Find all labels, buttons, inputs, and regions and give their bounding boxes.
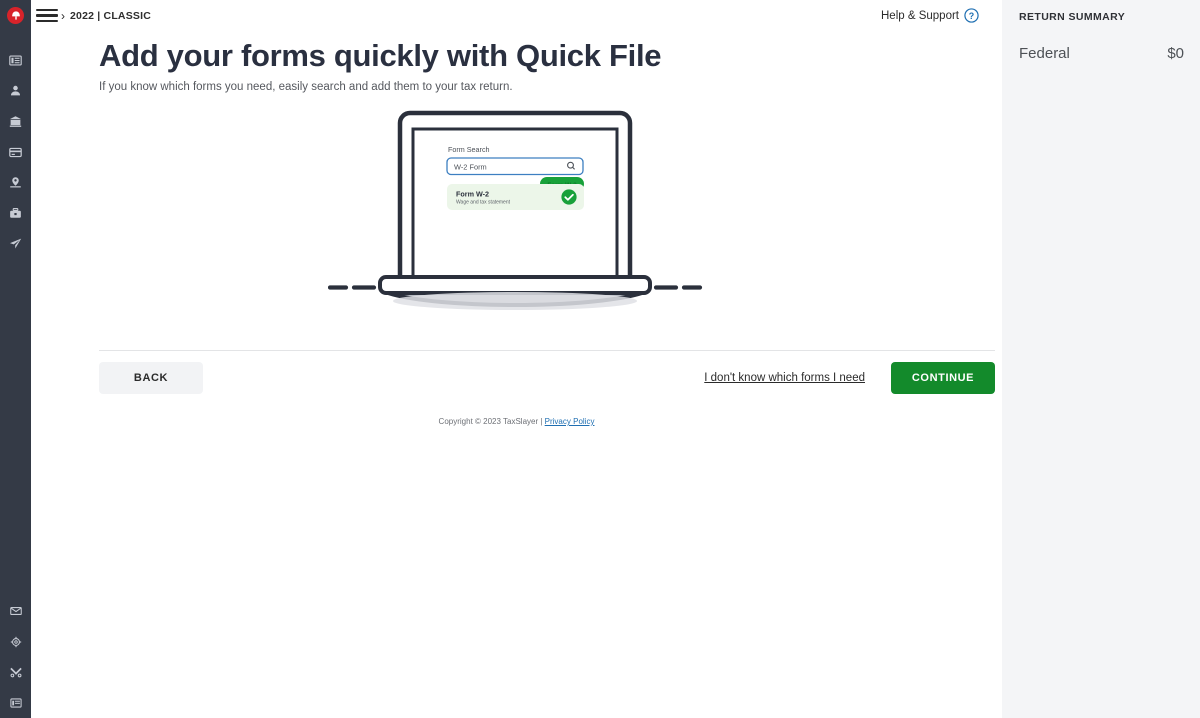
dashboard-icon xyxy=(9,55,22,66)
svg-text:Wage and tax statement: Wage and tax statement xyxy=(456,199,511,205)
section-divider xyxy=(99,350,995,351)
privacy-policy-link[interactable]: Privacy Policy xyxy=(545,417,595,426)
sidebar-item-messages[interactable] xyxy=(0,596,31,627)
back-button[interactable]: BACK xyxy=(99,362,203,394)
summary-label-federal: Federal xyxy=(1019,45,1070,62)
report-icon xyxy=(9,698,22,708)
dont-know-forms-link[interactable]: I don't know which forms I need xyxy=(704,372,865,384)
footer-copyright: Copyright © 2023 TaxSlayer | Privacy Pol… xyxy=(31,417,1002,426)
page-title: Add your forms quickly with Quick File xyxy=(99,38,662,73)
top-bar: › 2022 | CLASSIC Help & Support ? xyxy=(31,0,1002,31)
svg-text:Form W-2: Form W-2 xyxy=(456,189,489,198)
return-summary-panel: RETURN SUMMARY Federal $0 xyxy=(1002,0,1200,718)
bank-icon xyxy=(9,116,22,127)
copyright-text: Copyright © 2023 TaxSlayer | xyxy=(438,417,545,426)
sidebar-item-settings[interactable] xyxy=(0,626,31,657)
state-pin-icon xyxy=(10,177,21,188)
mail-icon xyxy=(9,606,22,615)
paper-plane-icon xyxy=(9,238,22,249)
sidebar-item-summary[interactable] xyxy=(0,198,31,229)
help-and-support-label: Help & Support xyxy=(881,9,959,22)
page-body: Add your forms quickly with Quick File I… xyxy=(31,38,1002,341)
person-icon xyxy=(10,86,21,96)
app-root: › 2022 | CLASSIC Help & Support ? Add yo… xyxy=(0,0,1200,718)
gear-icon xyxy=(10,636,21,647)
sidebar-bottom-list xyxy=(0,596,31,718)
briefcase-icon xyxy=(10,207,21,218)
continue-button[interactable]: CONTINUE xyxy=(891,362,995,394)
page-subtitle: If you know which forms you need, easily… xyxy=(99,80,513,93)
summary-value-federal: $0 xyxy=(1167,45,1184,62)
svg-text:W-2 Form: W-2 Form xyxy=(454,162,487,171)
svg-text:Form Search: Form Search xyxy=(448,145,490,154)
return-summary-title: RETURN SUMMARY xyxy=(1019,11,1126,23)
sidebar-item-efile[interactable] xyxy=(0,229,31,260)
chevron-right-icon: › xyxy=(61,8,65,23)
sidebar-item-reports[interactable] xyxy=(0,687,31,718)
logo-circle-icon xyxy=(7,7,24,24)
left-sidebar xyxy=(0,0,31,718)
sidebar-item-health-insurance[interactable] xyxy=(0,137,31,168)
summary-row-federal: Federal $0 xyxy=(1019,45,1184,62)
taxslayer-logo[interactable] xyxy=(0,0,31,31)
sidebar-item-state-section[interactable] xyxy=(0,167,31,198)
card-icon xyxy=(9,147,22,157)
tools-icon xyxy=(9,667,22,678)
sidebar-nav-list xyxy=(0,45,31,259)
svg-text:?: ? xyxy=(969,11,974,21)
sidebar-item-federal-section[interactable] xyxy=(0,106,31,137)
sidebar-item-tools[interactable] xyxy=(0,657,31,688)
action-bar: BACK I don't know which forms I need CON… xyxy=(99,362,995,394)
sidebar-item-dashboard[interactable] xyxy=(0,45,31,76)
hamburger-icon[interactable] xyxy=(36,8,58,23)
help-and-support-button[interactable]: Help & Support ? xyxy=(881,0,979,31)
breadcrumb: 2022 | CLASSIC xyxy=(70,9,152,22)
sidebar-item-personal-information[interactable] xyxy=(0,76,31,107)
laptop-quick-file-illustration: Form Search W-2 Form Form W-2 Form W-2 W… xyxy=(31,109,1002,341)
main-content: › 2022 | CLASSIC Help & Support ? Add yo… xyxy=(31,0,1002,718)
question-circle-icon: ? xyxy=(964,8,979,23)
